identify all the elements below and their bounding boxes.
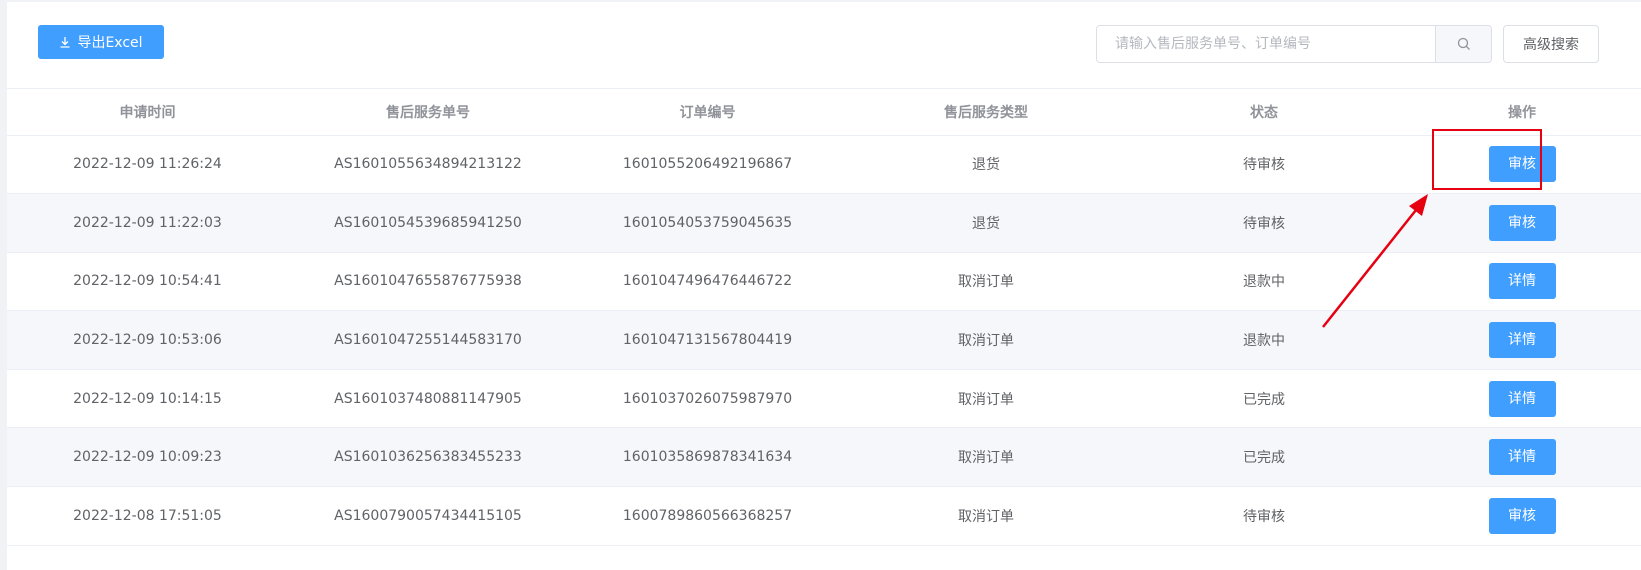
search-icon (1457, 37, 1470, 50)
cell-order-no: 1600789860566368257 (568, 486, 847, 546)
details-button[interactable]: 详情 (1488, 380, 1556, 417)
search-button[interactable] (1435, 26, 1491, 62)
advanced-search-button[interactable]: 高级搜索 (1503, 25, 1599, 63)
header-order-no: 订单编号 (568, 89, 847, 136)
cell-actions: 详情 (1403, 252, 1641, 312)
cell-service-type: 退货 (847, 193, 1125, 253)
cell-status: 已完成 (1125, 369, 1403, 429)
search-box (1096, 25, 1492, 63)
after-sales-panel: 导出Excel 高级搜索 申请时间 售后服务单号 订单编号 售后服务类型 (7, 2, 1641, 570)
cell-service-type: 取消订单 (847, 252, 1125, 312)
cell-order-no: 1601047131567804419 (568, 310, 847, 370)
details-button[interactable]: 详情 (1488, 439, 1556, 476)
cell-apply-time: 2022-12-08 17:51:05 (7, 486, 288, 546)
cell-apply-time: 2022-12-09 11:26:24 (7, 135, 288, 195)
cell-apply-time: 2022-12-09 11:22:03 (7, 193, 288, 253)
table-row: 2022-12-09 10:14:15 AS160103748088114790… (7, 369, 1641, 429)
cell-service-no: AS1601047255144583170 (288, 310, 568, 370)
cell-apply-time: 2022-12-09 10:09:23 (7, 427, 288, 488)
cell-order-no: 1601035869878341634 (568, 427, 847, 488)
download-icon (60, 37, 70, 48)
cell-service-no: AS1600790057434415105 (288, 486, 568, 546)
cell-status: 待审核 (1125, 135, 1403, 195)
cell-order-no: 1601054053759045635 (568, 193, 847, 253)
export-excel-label: 导出Excel (77, 35, 143, 51)
cell-actions: 审核 (1403, 135, 1641, 195)
cell-apply-time: 2022-12-09 10:54:41 (7, 252, 288, 312)
cell-actions: 详情 (1403, 310, 1641, 370)
table-header-row: 申请时间 售后服务单号 订单编号 售后服务类型 状态 操作 (7, 89, 1641, 136)
cell-service-type: 取消订单 (847, 427, 1125, 488)
cell-apply-time: 2022-12-09 10:53:06 (7, 310, 288, 370)
cell-status: 待审核 (1125, 193, 1403, 253)
review-button[interactable]: 审核 (1488, 204, 1556, 241)
cell-actions: 审核 (1403, 193, 1641, 253)
header-service-type: 售后服务类型 (847, 89, 1125, 136)
after-sales-table: 申请时间 售后服务单号 订单编号 售后服务类型 状态 操作 2022-12-09… (7, 89, 1641, 546)
search-input[interactable] (1097, 26, 1435, 62)
header-status: 状态 (1125, 89, 1403, 136)
header-service-no: 售后服务单号 (288, 89, 568, 136)
cell-service-no: AS1601054539685941250 (288, 193, 568, 253)
details-button[interactable]: 详情 (1488, 322, 1556, 359)
cell-actions: 详情 (1403, 427, 1641, 488)
table-row: 2022-12-09 11:26:24 AS160105563489421312… (7, 135, 1641, 195)
table-row: 2022-12-09 10:54:41 AS160104765587677593… (7, 252, 1641, 312)
export-excel-button[interactable]: 导出Excel (38, 25, 164, 59)
header-apply-time: 申请时间 (7, 89, 288, 136)
cell-service-type: 退货 (847, 135, 1125, 195)
cell-actions: 审核 (1403, 486, 1641, 546)
review-button[interactable]: 审核 (1488, 497, 1556, 534)
cell-actions: 详情 (1403, 369, 1641, 429)
cell-service-no: AS1601047655876775938 (288, 252, 568, 312)
cell-order-no: 1601055206492196867 (568, 135, 847, 195)
cell-order-no: 1601047496476446722 (568, 252, 847, 312)
review-button[interactable]: 审核 (1488, 146, 1556, 183)
cell-order-no: 1601037026075987970 (568, 369, 847, 429)
cell-status: 待审核 (1125, 486, 1403, 546)
details-button[interactable]: 详情 (1488, 263, 1556, 300)
toolbar: 导出Excel 高级搜索 (7, 2, 1641, 89)
cell-status: 退款中 (1125, 310, 1403, 370)
cell-service-no: AS1601036256383455233 (288, 427, 568, 488)
cell-service-no: AS1601037480881147905 (288, 369, 568, 429)
table-row: 2022-12-09 10:09:23 AS160103625638345523… (7, 427, 1641, 488)
cell-service-type: 取消订单 (847, 369, 1125, 429)
table-row: 2022-12-08 17:51:05 AS160079005743441510… (7, 486, 1641, 546)
cell-status: 已完成 (1125, 427, 1403, 488)
table-row: 2022-12-09 10:53:06 AS160104725514458317… (7, 310, 1641, 370)
cell-status: 退款中 (1125, 252, 1403, 312)
cell-apply-time: 2022-12-09 10:14:15 (7, 369, 288, 429)
cell-service-type: 取消订单 (847, 310, 1125, 370)
cell-service-no: AS1601055634894213122 (288, 135, 568, 195)
table-row: 2022-12-09 11:22:03 AS160105453968594125… (7, 193, 1641, 253)
cell-service-type: 取消订单 (847, 486, 1125, 546)
header-actions: 操作 (1403, 89, 1641, 136)
